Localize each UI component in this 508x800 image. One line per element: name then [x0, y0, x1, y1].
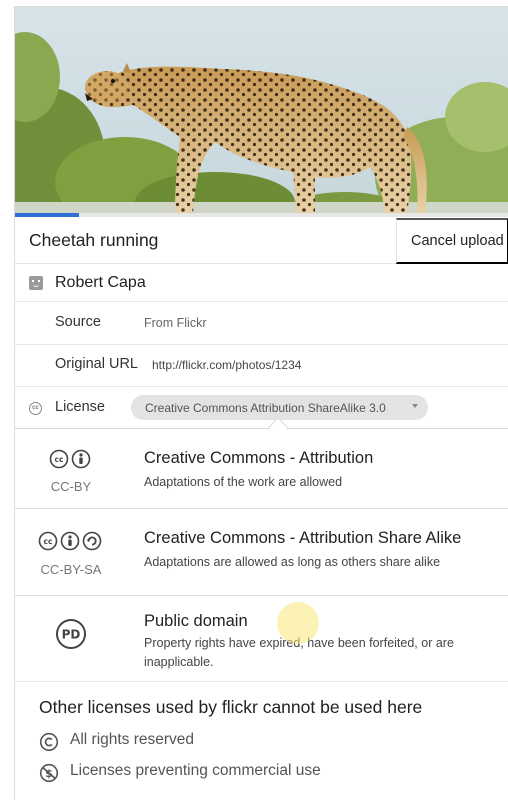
license-row: cc License Creative Commons Attribution …	[15, 387, 508, 429]
photo-title[interactable]: Cheetah running	[29, 230, 158, 251]
license-icons: cc	[49, 449, 91, 469]
upload-panel: Cheetah running Cancel upload Robert Cap…	[14, 6, 508, 800]
cc-icon: cc	[49, 449, 69, 469]
original-url-label: Original URL	[55, 356, 138, 372]
public-domain-icon: PD	[56, 619, 86, 649]
share-alike-icon	[82, 531, 102, 551]
restricted-licenses-heading: Other licenses used by flickr cannot be …	[39, 697, 423, 717]
license-option-cc-by-sa[interactable]: cc CC-BY-SA Creative Commons - Attributi…	[15, 509, 508, 596]
license-title: Public domain	[144, 612, 248, 630]
chevron-down-icon	[412, 404, 418, 408]
attribution-icon	[71, 449, 91, 469]
license-option-public-domain[interactable]: PD Public domain Property rights have ex…	[15, 596, 508, 682]
source-row: Source From Flickr	[15, 302, 508, 345]
license-label: License	[55, 399, 105, 415]
svg-text:cc: cc	[44, 537, 53, 546]
license-icons: cc	[38, 531, 102, 551]
license-code: CC-BY	[50, 479, 92, 494]
svg-text:cc: cc	[55, 455, 64, 464]
license-description: Adaptations are allowed as long as other…	[144, 555, 441, 569]
restricted-license-label: All rights reserved	[70, 731, 195, 748]
source-label: Source	[55, 314, 101, 330]
license-selected-value: Creative Commons Attribution ShareAlike …	[145, 400, 386, 415]
license-option-cc-by[interactable]: cc CC-BY Creative Commons - Attribution …	[15, 429, 508, 509]
license-code: CC-BY-SA	[40, 562, 102, 577]
attribution-icon	[60, 531, 80, 551]
source-value: From Flickr	[144, 316, 207, 330]
license-description: Adaptations of the work are allowed	[144, 475, 343, 489]
non-commercial-icon: $	[39, 763, 59, 783]
avatar-icon	[29, 276, 43, 290]
license-title: Creative Commons - Attribution Share Ali…	[144, 529, 462, 547]
license-select[interactable]: Creative Commons Attribution ShareAlike …	[131, 395, 428, 420]
cc-icon: cc	[29, 402, 42, 415]
photo-preview	[15, 7, 508, 217]
title-row: Cheetah running Cancel upload	[15, 218, 508, 264]
license-title: Creative Commons - Attribution	[144, 449, 374, 467]
cheetah-photo	[15, 7, 508, 217]
copyright-icon	[39, 732, 59, 752]
license-description: Property rights have expired, have been …	[144, 636, 454, 669]
original-url-row: Original URL	[15, 345, 508, 387]
original-url-input[interactable]	[152, 358, 452, 372]
upload-progress-bar	[15, 213, 508, 217]
cc-icon: cc	[38, 531, 58, 551]
svg-text:PD: PD	[62, 628, 81, 642]
upload-progress-fill	[15, 213, 80, 217]
restricted-license-label: Licenses preventing commercial use	[70, 762, 321, 779]
author-name: Robert Capa	[55, 274, 146, 291]
license-icons: PD	[55, 618, 87, 650]
author-row: Robert Capa	[15, 264, 508, 302]
cancel-upload-button[interactable]: Cancel upload	[396, 218, 508, 264]
